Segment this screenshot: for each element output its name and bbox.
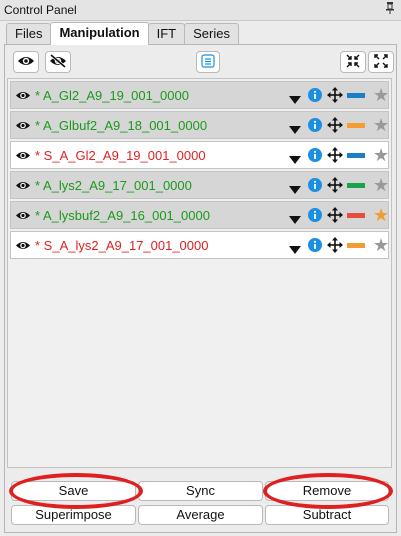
dropdown-triangle-icon[interactable] bbox=[289, 92, 301, 107]
info-icon[interactable] bbox=[308, 118, 322, 135]
sync-button[interactable]: Sync bbox=[138, 481, 263, 501]
eye-slash-icon bbox=[49, 53, 67, 71]
eye-icon[interactable] bbox=[15, 149, 31, 164]
list-item[interactable]: * S_A_lys2_A9_17_001_0000 ★ bbox=[10, 231, 389, 259]
tab-files[interactable]: Files bbox=[6, 23, 52, 44]
tab-bar: Files Manipulation IFT Series bbox=[6, 22, 239, 45]
dropdown-triangle-icon[interactable] bbox=[289, 122, 301, 137]
expand-all-button[interactable] bbox=[368, 51, 394, 73]
dropdown-triangle-icon[interactable] bbox=[289, 212, 301, 227]
star-icon[interactable]: ★ bbox=[373, 115, 389, 135]
tab-series[interactable]: Series bbox=[184, 23, 239, 44]
color-swatch[interactable] bbox=[347, 243, 365, 248]
star-icon[interactable]: ★ bbox=[373, 85, 389, 105]
move-icon[interactable] bbox=[327, 147, 343, 166]
list-item[interactable]: * S_A_Gl2_A9_19_001_0000 ★ bbox=[10, 141, 389, 169]
title-bar: Control Panel bbox=[0, 0, 401, 21]
list-icon bbox=[201, 53, 215, 71]
info-icon[interactable] bbox=[308, 238, 322, 255]
subtract-button[interactable]: Subtract bbox=[265, 505, 389, 525]
move-icon[interactable] bbox=[327, 177, 343, 196]
collapse-all-button[interactable] bbox=[340, 51, 366, 73]
move-icon[interactable] bbox=[327, 87, 343, 106]
dataset-name: * S_A_Gl2_A9_19_001_0000 bbox=[35, 148, 206, 163]
list-item[interactable]: * A_lys2_A9_17_001_0000 ★ bbox=[10, 171, 389, 199]
window-title: Control Panel bbox=[4, 3, 77, 17]
pin-icon[interactable] bbox=[385, 2, 395, 17]
dataset-name: * A_Glbuf2_A9_18_001_0000 bbox=[35, 118, 208, 133]
dataset-list: * A_Gl2_A9_19_001_0000 ★ * A_Glbuf2_A9_1… bbox=[7, 78, 392, 468]
color-swatch[interactable] bbox=[347, 93, 365, 98]
dropdown-triangle-icon[interactable] bbox=[289, 152, 301, 167]
remove-button[interactable]: Remove bbox=[265, 481, 389, 501]
dropdown-triangle-icon[interactable] bbox=[289, 242, 301, 257]
save-button[interactable]: Save bbox=[11, 481, 136, 501]
star-icon[interactable]: ★ bbox=[373, 205, 389, 225]
superimpose-button[interactable]: Superimpose bbox=[11, 505, 136, 525]
info-icon[interactable] bbox=[308, 208, 322, 225]
tab-ift[interactable]: IFT bbox=[147, 23, 186, 44]
color-swatch[interactable] bbox=[347, 153, 365, 158]
hide-all-button[interactable] bbox=[45, 51, 71, 73]
list-item[interactable]: * A_lysbuf2_A9_16_001_0000 ★ bbox=[10, 201, 389, 229]
eye-icon[interactable] bbox=[15, 239, 31, 254]
collapse-arrows-icon bbox=[346, 54, 360, 71]
info-icon[interactable] bbox=[308, 148, 322, 165]
dataset-name: * A_Gl2_A9_19_001_0000 bbox=[35, 88, 189, 103]
tab-manipulation[interactable]: Manipulation bbox=[50, 22, 149, 45]
list-item[interactable]: * A_Glbuf2_A9_18_001_0000 ★ bbox=[10, 111, 389, 139]
average-button[interactable]: Average bbox=[138, 505, 263, 525]
info-icon[interactable] bbox=[308, 88, 322, 105]
star-icon[interactable]: ★ bbox=[373, 145, 389, 165]
expand-arrows-icon bbox=[374, 53, 388, 71]
move-icon[interactable] bbox=[327, 117, 343, 136]
info-icon[interactable] bbox=[308, 178, 322, 195]
move-icon[interactable] bbox=[327, 237, 343, 256]
eye-icon[interactable] bbox=[15, 119, 31, 134]
dropdown-triangle-icon[interactable] bbox=[289, 182, 301, 197]
move-icon[interactable] bbox=[327, 207, 343, 226]
color-swatch[interactable] bbox=[347, 183, 365, 188]
eye-icon[interactable] bbox=[15, 179, 31, 194]
dataset-name: * A_lysbuf2_A9_16_001_0000 bbox=[35, 208, 210, 223]
dataset-name: * A_lys2_A9_17_001_0000 bbox=[35, 178, 192, 193]
star-icon[interactable]: ★ bbox=[373, 235, 389, 255]
dataset-name: * S_A_lys2_A9_17_001_0000 bbox=[35, 238, 209, 253]
show-all-button[interactable] bbox=[13, 51, 39, 73]
color-swatch[interactable] bbox=[347, 123, 365, 128]
eye-icon[interactable] bbox=[15, 89, 31, 104]
eye-icon bbox=[17, 55, 35, 70]
color-swatch[interactable] bbox=[347, 213, 365, 218]
manipulation-panel: * A_Gl2_A9_19_001_0000 ★ * A_Glbuf2_A9_1… bbox=[4, 44, 397, 533]
list-view-button[interactable] bbox=[196, 51, 220, 73]
list-item[interactable]: * A_Gl2_A9_19_001_0000 ★ bbox=[10, 81, 389, 109]
eye-icon[interactable] bbox=[15, 209, 31, 224]
star-icon[interactable]: ★ bbox=[373, 175, 389, 195]
